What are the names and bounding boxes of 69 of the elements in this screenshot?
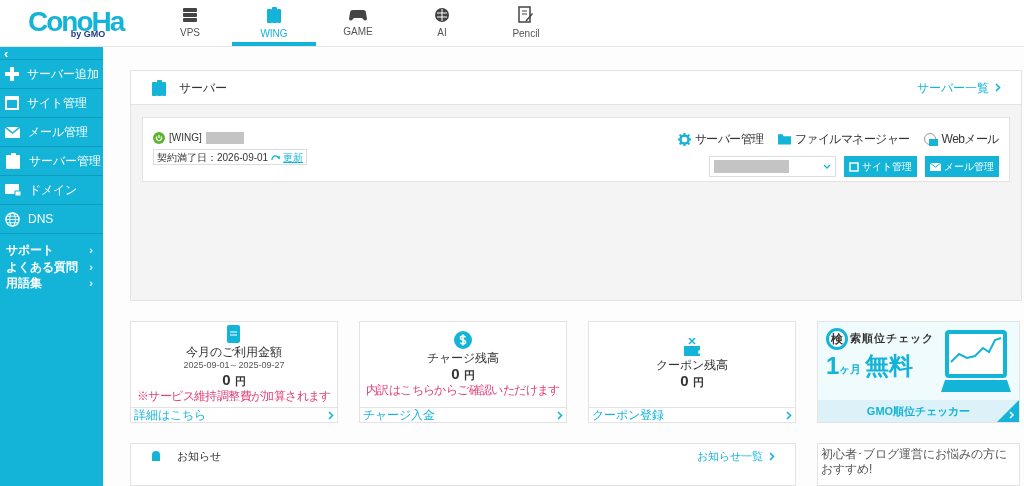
- server-icon: [182, 6, 198, 23]
- chevron-right-icon: [328, 410, 334, 420]
- card-period: 2025-09-01～2025-09-27: [183, 359, 285, 371]
- sidebar-link[interactable]: サポート ›: [0, 242, 103, 259]
- card-amount: 0 円: [451, 365, 475, 384]
- server-list-link[interactable]: サーバー一覧: [917, 78, 1001, 97]
- promo-text: 初心者･ブログ運営にお悩みの方におすすめ!: [821, 447, 1008, 478]
- chevron-right-icon: [786, 410, 792, 420]
- server-action-link[interactable]: ファイルマネージャー: [777, 130, 910, 148]
- document-pencil-icon: [518, 5, 534, 24]
- expiry-date: 契約満了日：2026-09-01: [157, 150, 269, 165]
- manage-button[interactable]: サイト管理: [844, 156, 917, 177]
- chevron-right-icon: [995, 83, 1001, 92]
- banner-offer: 1ヶ月 無料: [826, 353, 915, 378]
- manage-button[interactable]: メール管理: [925, 156, 999, 177]
- news-list-link[interactable]: お知らせ一覧: [697, 451, 775, 463]
- server-name: [WING]: [169, 131, 202, 145]
- window-icon: [5, 96, 19, 110]
- envelope-icon: [930, 162, 941, 171]
- chevron-down-icon: [823, 164, 831, 169]
- card-link[interactable]: クーポン登録: [589, 407, 795, 423]
- globe-envelope-icon: [923, 132, 938, 146]
- dollar-coin-icon: [454, 330, 472, 349]
- news-title: お知らせ: [177, 451, 221, 463]
- magnifier-char: 検: [826, 327, 848, 350]
- envelope-icon: [5, 126, 20, 138]
- globe-icon: [5, 211, 20, 227]
- card-title: チャージ残高: [427, 350, 499, 366]
- banner-headline: 索順位チェック: [850, 331, 934, 347]
- sidebar-link[interactable]: よくある質問 ›: [0, 258, 103, 275]
- product-tab[interactable]: AI: [400, 0, 484, 46]
- server-stack-icon: [5, 152, 21, 170]
- folder-icon: [777, 133, 791, 145]
- card-title: クーポン残高: [656, 358, 728, 373]
- card-title: 今月のご利用金額: [186, 345, 282, 360]
- card-link[interactable]: チャージ入金: [360, 407, 566, 423]
- id-card-icon: [5, 184, 21, 196]
- server-stack-icon: [151, 78, 167, 97]
- corner-arrow-icon: [997, 400, 1019, 423]
- sidebar-link[interactable]: 用語集 ›: [0, 275, 103, 292]
- card-amount: 0 円: [222, 370, 246, 389]
- document-icon: [226, 325, 242, 344]
- server-action-link[interactable]: サーバー管理: [677, 130, 764, 148]
- sidebar-item[interactable]: ドメイン: [0, 176, 103, 205]
- gamepad-icon: [349, 7, 367, 22]
- card-note: 内訳はこちらからご確認いただけます: [366, 383, 560, 398]
- panel-title: サーバー: [179, 79, 227, 97]
- redacted-block: [205, 131, 244, 144]
- bell-icon: [151, 451, 161, 462]
- coupon-scissors-icon: [684, 338, 700, 357]
- card-note: ※サービス維持調整費が加算されます: [137, 388, 331, 404]
- product-tab[interactable]: Pencil: [484, 0, 568, 46]
- plus-icon: [5, 67, 19, 81]
- refresh-arrow-icon: [271, 153, 281, 161]
- card-amount: 0 円: [680, 372, 704, 391]
- chevron-right-icon: [557, 410, 563, 420]
- product-tab[interactable]: GAME: [316, 0, 400, 46]
- domain-select[interactable]: [709, 156, 836, 177]
- product-tab[interactable]: VPS: [148, 0, 232, 46]
- gear-icon: [677, 132, 691, 146]
- ad-banner[interactable]: 検 索順位チェック 1ヶ月 無料 GMO順位チェッカー: [817, 320, 1020, 424]
- renew-link[interactable]: 更新: [283, 149, 304, 165]
- server-stack-icon: [266, 5, 282, 24]
- window-icon: [849, 161, 859, 172]
- chevron-right-icon: [769, 452, 775, 462]
- sidebar-item[interactable]: メール管理: [0, 118, 103, 147]
- card-link[interactable]: 詳細はこちら: [131, 407, 337, 423]
- sidebar-item[interactable]: サーバー管理: [0, 147, 103, 176]
- server-action-link[interactable]: Webメール: [923, 130, 999, 148]
